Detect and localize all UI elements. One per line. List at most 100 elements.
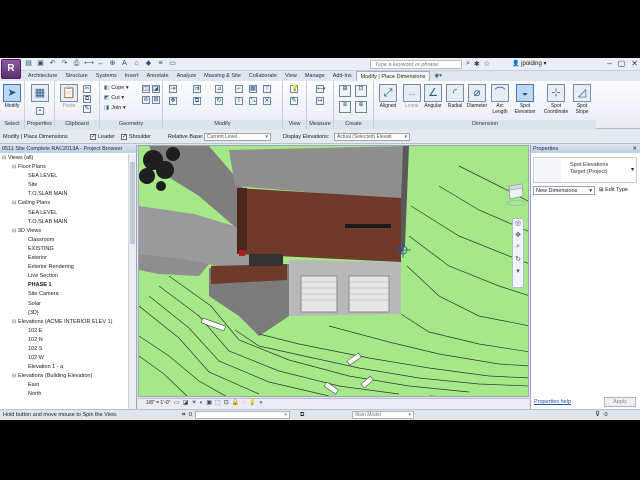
tree-item[interactable]: Solar [0, 300, 128, 309]
subscription-icon[interactable]: ✱ [474, 60, 480, 68]
properties-help-link[interactable]: Properties help [534, 399, 571, 405]
tree-item[interactable]: Exterior [0, 254, 128, 263]
ribbon-minimize-toggle[interactable]: ◉▾ [430, 71, 446, 81]
type-properties-icon[interactable]: ▪ [36, 107, 44, 115]
edit-type-button[interactable]: ⊞ Edit Type [599, 186, 628, 195]
detail-level-icon[interactable]: ▭ [174, 399, 180, 407]
tab-manage[interactable]: Manage [301, 71, 329, 81]
hide-in-view-icon[interactable]: 💡 [290, 85, 298, 93]
override-graphics-icon[interactable]: ✎ [290, 97, 298, 105]
spot-coordinate-button[interactable]: ⊹ Spot Coordinate [542, 84, 570, 115]
modify-button[interactable]: ➤ Modify [1, 84, 23, 109]
join-button[interactable]: ◨ Join ▾ [104, 104, 126, 112]
leader-checkbox[interactable]: ✓ Leader [90, 130, 115, 144]
communication-icon[interactable]: ☆ [484, 60, 490, 68]
instance-filter-select[interactable]: New Dimensions ▾ [533, 186, 595, 195]
tree-item[interactable]: Exterior Rendering [0, 263, 128, 272]
view-scale[interactable]: 1/8" = 1'-0" [146, 399, 170, 407]
tree-item[interactable]: EXISTING [0, 245, 128, 254]
tree-item[interactable]: 102 W [0, 354, 128, 363]
navbar-options-icon[interactable]: ▾ [513, 267, 523, 279]
tree-item[interactable]: SEA LEVEL [0, 172, 128, 181]
scrollbar-thumb[interactable] [130, 162, 135, 244]
demolish-icon[interactable]: ⊘ [142, 96, 150, 104]
tree-item[interactable]: Site Camera [0, 290, 128, 299]
align-icon[interactable]: ⇥ [169, 85, 177, 93]
create-similar-icon[interactable]: ⊕ [355, 101, 367, 113]
tab-collaborate[interactable]: Collaborate [245, 71, 281, 81]
tree-item[interactable]: 102 N [0, 336, 128, 345]
section-icon[interactable]: ◆ [144, 60, 153, 68]
pin-icon[interactable]: ⊤ [263, 85, 271, 93]
match-properties-icon[interactable]: ✎ [83, 105, 91, 113]
model-view[interactable] [139, 146, 529, 397]
tree-item[interactable]: 102 E [0, 327, 128, 336]
undo-icon[interactable]: ↶ [48, 60, 57, 68]
tree-item[interactable]: 102 S [0, 345, 128, 354]
aligned-button[interactable]: ⤢ Aligned [377, 84, 399, 109]
filter-icon[interactable]: ⊽ [595, 410, 600, 420]
tree-item[interactable]: ⊟ Ceiling Plans [0, 199, 128, 208]
tree-item[interactable]: East [0, 381, 128, 390]
tree-item[interactable]: {3D} [0, 309, 128, 318]
tree-item[interactable]: Classroom [0, 236, 128, 245]
tab-massing-site[interactable]: Massing & Site [200, 71, 245, 81]
offset-icon[interactable]: ⇉ [193, 85, 201, 93]
display-elevations-select[interactable]: Actual (Selected) Elevati ▾ [334, 133, 410, 141]
angular-button[interactable]: ∠ Angular [422, 84, 444, 109]
close-icon[interactable]: ✕ [631, 59, 638, 68]
tree-item[interactable]: PHASE 1 [0, 281, 128, 290]
design-options-icon[interactable]: ⧉ [300, 410, 304, 420]
tree-item[interactable]: ⊟ Floor Plans [0, 163, 128, 172]
arc-length-button[interactable]: ⌒ Arc Length [489, 84, 511, 115]
wall-joins-icon[interactable]: ⊞ [152, 96, 160, 104]
scale-icon[interactable]: ⤡ [249, 97, 257, 105]
diameter-button[interactable]: ⌀ Diameter [466, 84, 488, 109]
3d-icon[interactable]: ⌂ [132, 60, 141, 68]
save-icon[interactable]: ▣ [36, 60, 45, 68]
cut-geometry-button[interactable]: ◩ Cut ▾ [104, 94, 124, 102]
cope-button[interactable]: ◧ Cope ▾ [104, 84, 129, 92]
tree-item[interactable]: Live Section [0, 272, 128, 281]
visual-style-icon[interactable]: ◪ [183, 399, 189, 407]
create-assembly-icon[interactable]: ⊞ [339, 85, 351, 97]
delete-icon[interactable]: ✕ [263, 97, 271, 105]
lock-view-icon[interactable]: 🔒 [232, 399, 239, 407]
search-icon[interactable]: ⌕ [466, 60, 470, 68]
thin-lines-icon[interactable]: ≡ [156, 60, 165, 68]
paste-button[interactable]: 📋 Paste [58, 84, 80, 109]
measure-between-icon[interactable]: ⟷ [316, 85, 326, 93]
steering-wheel-icon[interactable]: ◎ [513, 219, 523, 231]
close-windows-icon[interactable]: ▭ [168, 60, 177, 68]
tag-icon[interactable]: ⊕ [108, 60, 117, 68]
spot-slope-button[interactable]: ◿ Spot Slope [571, 84, 593, 115]
type-selector[interactable]: Spot Elevations Target (Project) ▾ [533, 157, 637, 183]
temporary-hide-icon[interactable]: ◌ [242, 399, 246, 407]
shoulder-checkbox[interactable]: ✓ Shoulder [121, 130, 151, 144]
tree-item[interactable]: T.O.SLAB MAIN [0, 190, 128, 199]
move-icon[interactable]: ✥ [169, 97, 177, 105]
create-group-icon[interactable]: ⧈ [339, 101, 351, 113]
tab-insert[interactable]: Insert [121, 71, 143, 81]
tree-item[interactable]: ⊟ Elevations (Building Elevation) [0, 372, 128, 381]
show-crop-icon[interactable]: ⊡ [224, 399, 229, 407]
relative-base-select[interactable]: Current Level ▾ [204, 133, 271, 141]
copy-icon[interactable]: ⧉ [83, 95, 91, 103]
apply-button[interactable]: Apply [604, 397, 636, 407]
tab-systems[interactable]: Systems [92, 71, 121, 81]
rotate-icon[interactable]: ↻ [215, 97, 223, 105]
array-icon[interactable]: ▦ [249, 85, 257, 93]
split-face-icon[interactable]: ◫ [142, 85, 150, 93]
zoom-icon[interactable]: ⌕ [513, 243, 523, 255]
split-element-icon[interactable]: ⌇ [235, 97, 243, 105]
tab-analyze[interactable]: Analyze [173, 71, 201, 81]
workset-icon[interactable]: ⌗ [182, 410, 185, 420]
tree-item[interactable]: ⊟ Views (all) [0, 154, 128, 163]
design-option-select[interactable]: Main Model ▾ [352, 411, 414, 419]
user-name[interactable]: 👤 jpolding ▾ [512, 60, 547, 67]
cut-icon[interactable]: ✂ [83, 85, 91, 93]
tree-item[interactable]: ⊟ Elevations (ACME INTERIOR ELEV 1) [0, 318, 128, 327]
tree-item[interactable]: SEA LEVEL [0, 209, 128, 218]
spot-elevation-button[interactable]: ◒ Spot Elevation [514, 84, 536, 115]
crop-view-icon[interactable]: ⬚ [215, 399, 221, 407]
